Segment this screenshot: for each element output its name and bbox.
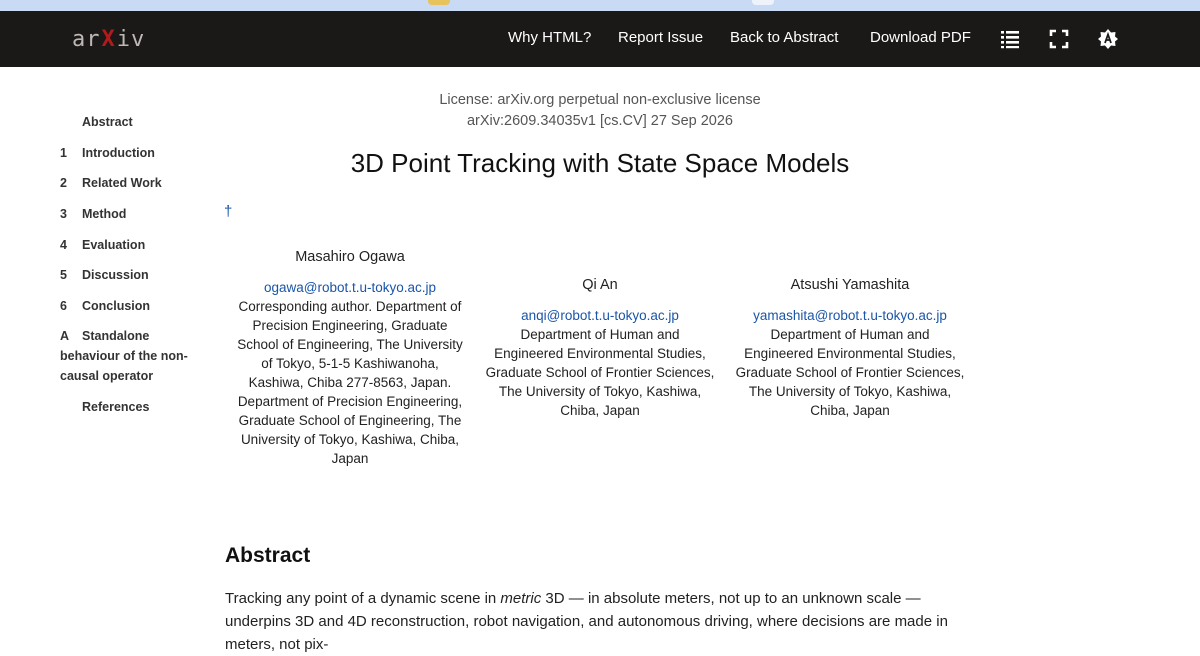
tab-favicon-icon [428,0,450,5]
toc-label: Evaluation [82,238,146,252]
author-affiliation: Department of Human and Engineered Envir… [735,327,965,418]
toc-label: Conclusion [82,299,151,313]
abstract-text: Tracking any point of a dynamic scene in… [225,587,977,656]
author-spacer [735,295,965,306]
arxiv-navbar: ar Xiv Why HTML? Report Issue Back to Abs… [0,11,1200,67]
logo-ar: ar [72,26,101,52]
back-to-abstract-link[interactable]: Back to Abstract [730,29,838,46]
abstract-heading: Abstract [225,544,311,567]
toc-number: 2 [60,176,67,190]
toc-number: 1 [60,146,67,160]
toc-number: 4 [60,238,67,252]
toc-label: Discussion [82,268,149,282]
theme-toggle-icon[interactable] [1097,28,1119,50]
toc-number: 6 [60,299,67,313]
author-block: Masahiro Ogawa ogawa@robot.t.u-tokyo.ac.… [236,248,464,468]
logo-iv: iv [116,26,146,52]
list-icon[interactable] [999,28,1021,50]
author-name: Atsushi Yamashita [790,277,910,293]
author-name: Masahiro Ogawa [295,249,405,265]
tab-edge-icon [752,0,774,5]
author-affiliation: Department of Human and Engineered Envir… [485,327,715,418]
author-email-link[interactable]: yamashita@robot.t.u-tokyo.ac.jp [735,306,965,325]
author-email-link[interactable]: anqi@robot.t.u-tokyo.ac.jp [485,306,715,325]
toc-label: Standalone behaviour of the non-causal o… [60,329,188,383]
author-spacer [236,267,464,278]
paper-header: License: arXiv.org perpetual non-exclusi… [300,90,900,132]
arxiv-logo[interactable]: ar Xiv [72,26,145,52]
author-email-link[interactable]: ogawa@robot.t.u-tokyo.ac.jp [236,278,464,297]
license-line: License: arXiv.org perpetual non-exclusi… [439,92,761,108]
download-pdf-link[interactable]: Download PDF [870,29,971,46]
toc-label: References [82,400,150,414]
footnote-dagger-link[interactable]: † [224,203,232,220]
report-issue-link[interactable]: Report Issue [618,29,703,46]
toc-number: 5 [60,268,67,282]
fullscreen-icon[interactable] [1048,28,1070,50]
paper-title: 3D Point Tracking with State Space Model… [350,148,850,178]
toc-number: 3 [60,207,67,221]
author-affiliation: Corresponding author. Department of Prec… [237,299,463,466]
author-block: Qi An anqi@robot.t.u-tokyo.ac.jp Departm… [485,276,715,420]
author-spacer [485,295,715,306]
arxiv-id-line: arXiv:2609.34035v1 [cs.CV] 27 Sep 2026 [466,113,733,129]
why-html-link[interactable]: Why HTML? [508,29,591,46]
toc-label: Related Work [82,176,162,190]
toc-label: Introduction [82,146,155,160]
toc-item-appendix-a[interactable]: A Standalone behaviour of the non-causal… [58,326,208,386]
logo-x-icon: X [101,26,116,52]
abstract-emphasis: metric [500,590,542,607]
author-block: Atsushi Yamashita yamashita@robot.t.u-to… [735,276,965,420]
abstract-text-start: Tracking any point of a dynamic scene in [225,590,501,607]
browser-top-strip [0,0,1200,11]
toc-label: Abstract [82,115,133,129]
toc-label: Method [82,207,127,221]
author-name: Qi An [582,277,618,293]
